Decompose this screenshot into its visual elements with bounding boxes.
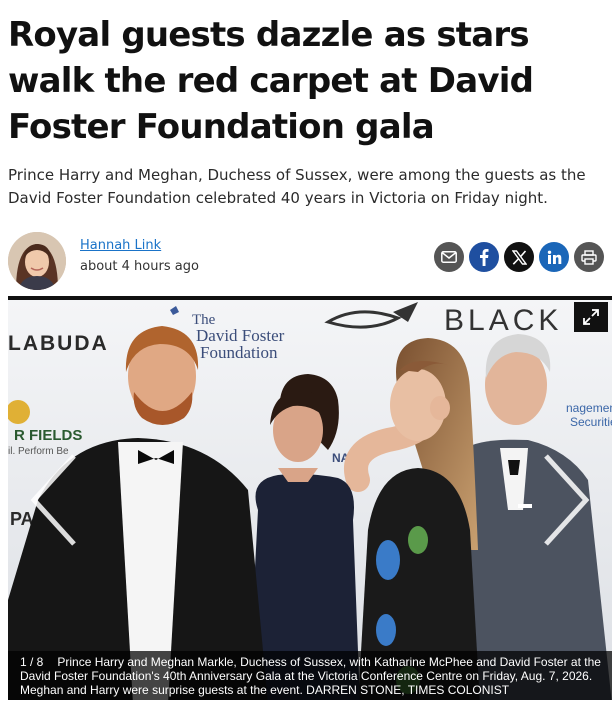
- backdrop-securities: Securities: [570, 415, 612, 429]
- x-icon: [511, 249, 527, 265]
- author-avatar[interactable]: [8, 232, 66, 290]
- expand-icon: [583, 309, 599, 325]
- photo-caption: 1 / 8 Prince Harry and Meghan Markle, Duc…: [8, 651, 612, 700]
- backdrop-management: nagement: [566, 401, 612, 415]
- publish-timestamp: about 4 hours ago: [80, 259, 199, 274]
- gallery-counter: 1 / 8: [20, 655, 44, 669]
- gallery-next-button[interactable]: [538, 450, 594, 550]
- author-link[interactable]: Hannah Link: [80, 238, 161, 253]
- article-deck: Prince Harry and Meghan, Duchess of Suss…: [8, 166, 586, 207]
- caption-text: Prince Harry and Meghan Markle, Duchess …: [20, 655, 601, 697]
- facebook-icon: [480, 249, 489, 266]
- mail-icon: [441, 251, 457, 263]
- linkedin-icon: [547, 250, 561, 264]
- svg-text:Foundation: Foundation: [200, 343, 278, 362]
- share-email-button[interactable]: [434, 242, 464, 272]
- backdrop-labuda: LABUDA: [8, 332, 109, 355]
- share-bar: [434, 242, 604, 274]
- gallery-prev-button[interactable]: [26, 450, 82, 550]
- share-x-button[interactable]: [504, 242, 534, 272]
- share-linkedin-button[interactable]: [539, 242, 569, 272]
- byline: Hannah Link about 4 hours ago: [8, 232, 604, 290]
- backdrop-black: BLACK: [444, 304, 562, 337]
- article-headline: Royal guests dazzle as stars walk the re…: [8, 15, 534, 147]
- share-print-button[interactable]: [574, 242, 604, 272]
- gallery-photo[interactable]: LABUDA The David Foster Foundation BLACK…: [8, 300, 612, 700]
- chevron-right-icon: [544, 454, 590, 546]
- svg-text:R FIELDS: R FIELDS: [14, 427, 82, 444]
- printer-icon: [581, 249, 597, 265]
- fullscreen-button[interactable]: [574, 302, 608, 332]
- share-facebook-button[interactable]: [469, 242, 499, 272]
- photo-gallery: LABUDA The David Foster Foundation BLACK…: [8, 296, 612, 700]
- chevron-left-icon: [30, 454, 76, 546]
